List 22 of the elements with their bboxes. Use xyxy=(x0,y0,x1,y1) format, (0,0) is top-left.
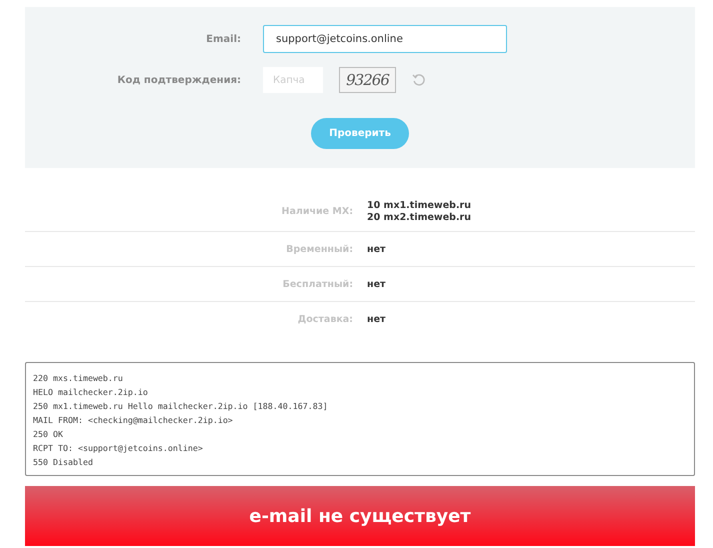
log-line: HELO mailchecker.2ip.io xyxy=(33,386,149,399)
log-line: 220 mxs.timeweb.ru xyxy=(33,372,124,385)
result-label: Временный: xyxy=(285,244,353,254)
result-value: нет xyxy=(367,278,386,290)
result-label: Бесплатный: xyxy=(282,278,353,290)
email-field[interactable]: support@jetcoins.online xyxy=(263,25,507,53)
captcha-image: 93266 xyxy=(339,67,396,93)
result-banner: e-mail не существует xyxy=(25,486,695,546)
code-label: Код подтверждения: xyxy=(116,74,241,86)
result-value: нет xyxy=(367,314,386,324)
result-value: 20 mx2.timeweb.ru xyxy=(367,212,472,223)
log-line: 250 mx1.timeweb.ru Hello mailchecker.2ip.io [188.40.167.83] xyxy=(33,400,329,413)
result-value: нет xyxy=(367,244,386,254)
refresh-icon[interactable] xyxy=(412,73,426,87)
log-line: 550 Disabled xyxy=(33,456,94,469)
log-line: 250 OK xyxy=(33,428,64,441)
email-label: Email: xyxy=(205,34,241,44)
log-line: RCPT TO: <support@jetcoins.online> xyxy=(33,442,204,455)
result-value: 10 mx1.timeweb.ru xyxy=(367,200,472,211)
result-label: Доставка: xyxy=(296,314,353,324)
log-line: MAIL FROM: <checking@mailchecker.2ip.io> xyxy=(33,414,234,427)
result-label: Наличие MX: xyxy=(280,206,353,217)
